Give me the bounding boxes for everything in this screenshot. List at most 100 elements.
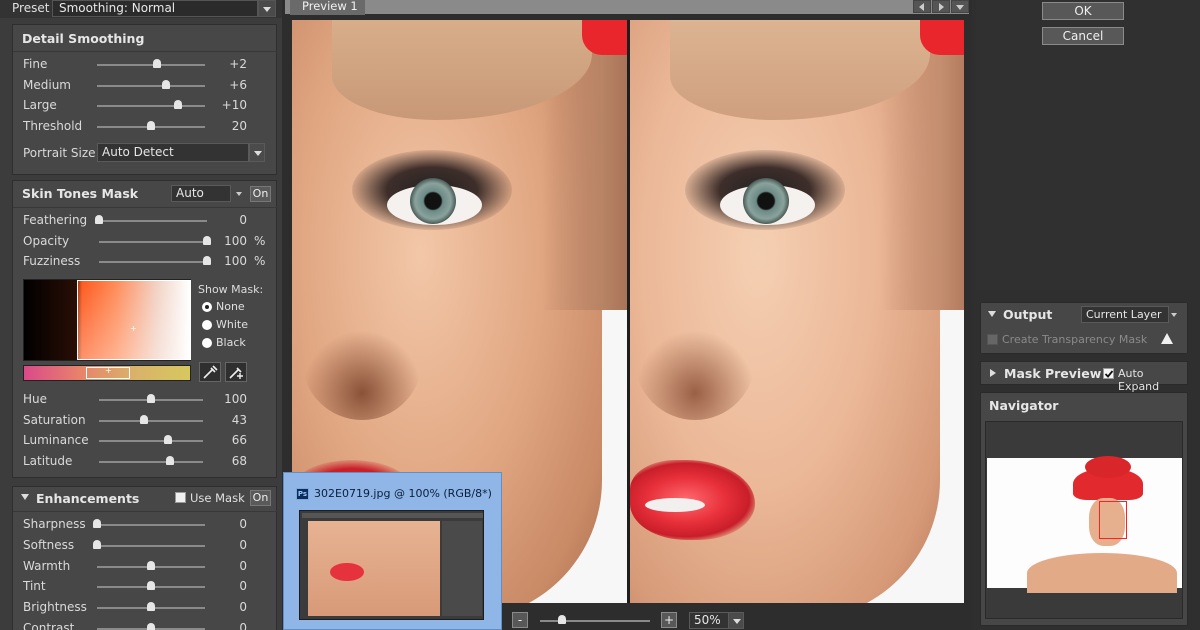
transparency-mask-label: Create Transparency Mask <box>1002 333 1148 346</box>
hue-value: 100 <box>224 392 247 406</box>
threshold-slider-thumb[interactable] <box>147 120 155 130</box>
portrait-size-dropdown[interactable]: Auto Detect <box>97 143 249 162</box>
zoom-level-dropdown[interactable]: 50% <box>689 612 729 629</box>
latitude-slider-thumb[interactable] <box>166 455 174 465</box>
softness-slider-thumb[interactable] <box>93 539 101 549</box>
tab-prev-button[interactable] <box>913 0 931 13</box>
show-mask-radio-white[interactable] <box>202 320 212 330</box>
zoom-slider-thumb[interactable] <box>558 615 566 624</box>
fuzziness-slider[interactable] <box>99 261 207 263</box>
brightness-slider-thumb[interactable] <box>147 602 155 612</box>
show-mask-option-black: Black <box>216 336 246 349</box>
chevron-down-icon <box>236 192 242 196</box>
output-target-dropdown[interactable]: Current Layer <box>1081 306 1169 323</box>
feathering-slider-thumb[interactable] <box>95 215 103 224</box>
use-mask-checkbox[interactable] <box>175 492 186 503</box>
preset-dropdown-arrow[interactable] <box>258 0 276 17</box>
hue-slider-thumb[interactable] <box>147 394 155 403</box>
large-value: +10 <box>221 98 247 112</box>
luminance-slider[interactable] <box>99 440 203 442</box>
chevron-down-icon <box>1171 313 1177 317</box>
large-label: Large <box>23 98 57 112</box>
preset-dropdown[interactable]: Smoothing: Normal <box>52 0 258 17</box>
zoom-level-arrow[interactable] <box>728 612 744 629</box>
ps-thumbnail-screenshot <box>299 510 484 620</box>
softness-label: Softness <box>23 537 75 552</box>
opacity-label: Opacity <box>23 233 70 248</box>
ok-button[interactable]: OK <box>1042 2 1124 20</box>
opacity-slider-thumb[interactable] <box>203 235 211 245</box>
preview-after-image[interactable] <box>630 20 964 603</box>
sharpness-slider-thumb[interactable] <box>93 519 101 528</box>
luminance-slider-thumb[interactable] <box>164 435 172 444</box>
collapse-triangle-icon[interactable] <box>988 311 996 317</box>
tint-value: 0 <box>239 579 247 594</box>
contrast-slider-thumb[interactable] <box>147 623 155 630</box>
expand-triangle-icon[interactable] <box>990 369 996 377</box>
sharpness-label: Sharpness <box>23 517 86 531</box>
show-mask-radio-none[interactable] <box>202 302 212 312</box>
softness-slider[interactable] <box>97 544 205 547</box>
opacity-value: 100 <box>224 233 247 248</box>
latitude-slider[interactable] <box>99 460 203 463</box>
saturation-slider-thumb[interactable] <box>140 414 148 424</box>
medium-slider[interactable] <box>97 84 205 87</box>
skin-mask-mode-dropdown[interactable]: Auto <box>171 185 231 202</box>
tab-menu-button[interactable] <box>951 0 969 13</box>
saturation-value: 43 <box>231 412 247 427</box>
sharpness-slider[interactable] <box>97 524 205 526</box>
fine-slider-thumb[interactable] <box>153 59 161 68</box>
zoom-slider[interactable] <box>540 620 650 622</box>
fuzziness-value: 100 <box>224 254 247 268</box>
auto-expand-checkbox[interactable] <box>1103 368 1114 379</box>
eyedropper-icon <box>203 365 218 379</box>
sharpness-value: 0 <box>239 517 247 531</box>
warmth-label: Warmth <box>23 558 71 573</box>
show-mask-label: Show Mask: <box>198 283 264 296</box>
photoshop-app-icon: Ps <box>296 488 309 500</box>
zoom-in-button[interactable]: + <box>661 612 677 628</box>
large-slider-thumb[interactable] <box>174 100 182 109</box>
saturation-slider[interactable] <box>99 419 203 422</box>
medium-label: Medium <box>23 77 71 92</box>
fine-value: +2 <box>229 57 247 71</box>
fuzziness-slider-thumb[interactable] <box>203 256 211 265</box>
skin-tones-mask-section: Skin Tones Mask Auto On + + Show Mask: F… <box>12 180 278 478</box>
skin-mask-on-toggle[interactable]: On <box>250 186 271 202</box>
preset-label: Preset <box>12 1 50 15</box>
medium-slider-thumb[interactable] <box>162 79 170 89</box>
tab-preview-1[interactable]: Preview 1 <box>290 0 365 15</box>
opacity-unit: % <box>254 233 266 248</box>
enhancements-on-toggle[interactable]: On <box>250 490 271 506</box>
brightness-label: Brightness <box>23 600 87 615</box>
feathering-value: 0 <box>239 213 247 227</box>
portrait-size-arrow[interactable] <box>249 143 265 162</box>
hue-range-bar[interactable]: + <box>23 365 191 381</box>
zoom-out-button[interactable]: - <box>512 612 528 628</box>
eyedropper-plus-icon <box>229 367 243 379</box>
tab-next-button[interactable] <box>932 0 950 13</box>
navigator-section: Navigator <box>980 392 1188 626</box>
navigator-viewport-box[interactable] <box>1099 501 1127 539</box>
navigator-thumbnail <box>987 456 1182 593</box>
settings-panel: Preset Smoothing: Normal Detail Smoothin… <box>0 0 282 630</box>
warmth-slider-thumb[interactable] <box>147 560 155 570</box>
navigator-view[interactable] <box>985 421 1183 619</box>
opacity-slider[interactable] <box>99 240 207 243</box>
photoshop-thumbnail-window[interactable]: Ps 302E0719.jpg @ 100% (RGB/8*) <box>283 472 502 630</box>
eyedropper-button[interactable] <box>199 362 221 382</box>
cancel-button[interactable]: Cancel <box>1042 27 1124 45</box>
transparency-mask-checkbox[interactable] <box>987 334 998 345</box>
tint-slider-thumb[interactable] <box>147 581 155 591</box>
skin-color-picker[interactable]: + <box>23 279 191 361</box>
fine-slider[interactable] <box>97 64 205 66</box>
fine-label: Fine <box>23 57 48 71</box>
eyedropper-add-button[interactable] <box>225 362 247 382</box>
chevron-left-icon <box>919 3 924 11</box>
crosshair-icon: + <box>130 324 137 333</box>
large-slider[interactable] <box>97 105 205 107</box>
show-mask-radio-black[interactable] <box>202 338 212 348</box>
feathering-slider[interactable] <box>99 220 207 222</box>
collapse-triangle-icon[interactable] <box>21 494 29 500</box>
navigator-title: Navigator <box>989 398 1059 413</box>
